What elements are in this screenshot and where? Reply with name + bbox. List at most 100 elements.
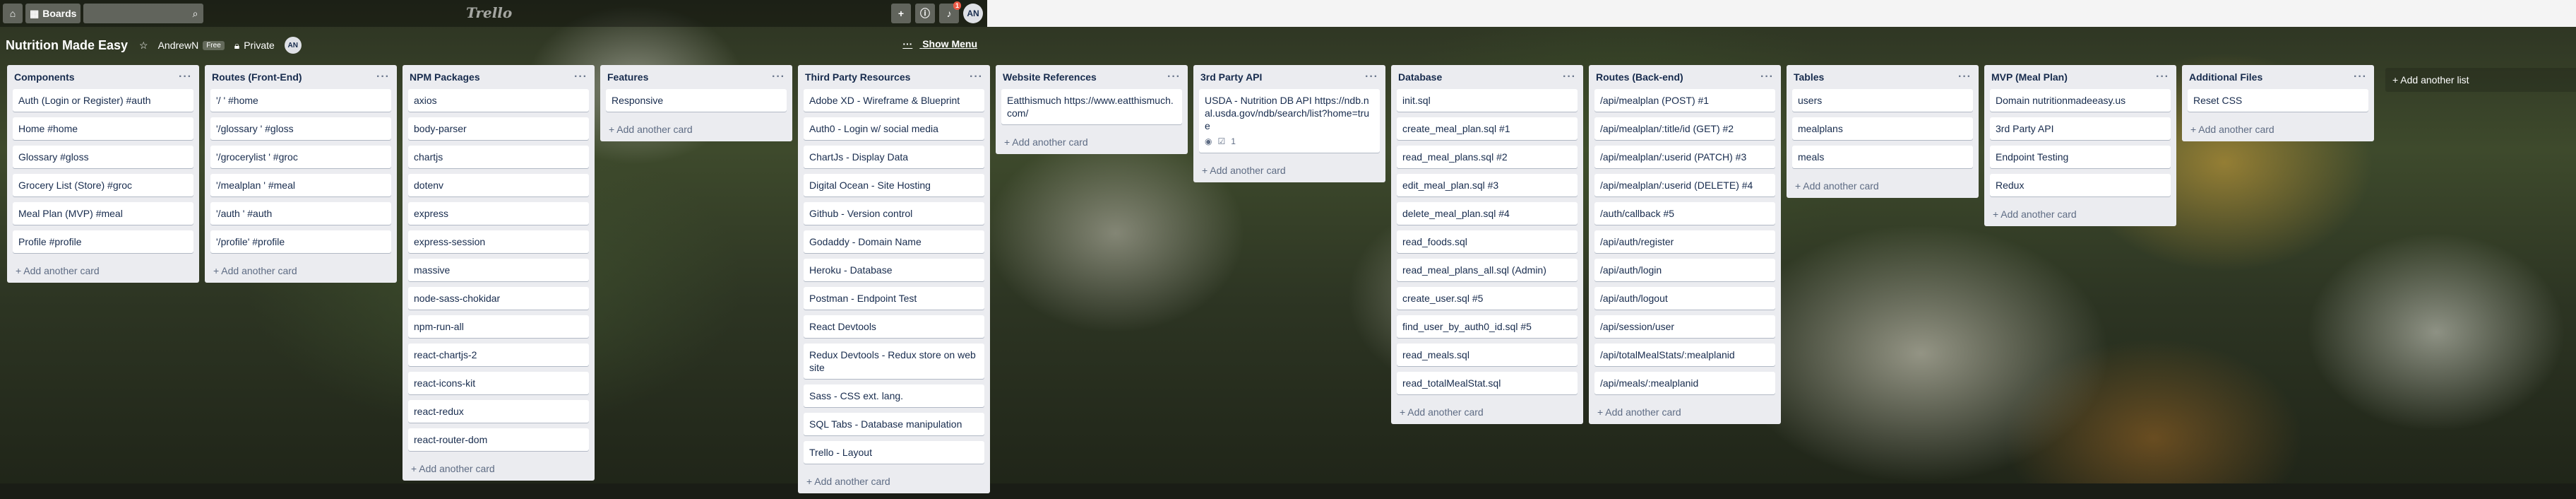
card[interactable]: express <box>408 202 589 225</box>
card[interactable]: '/mealplan ' #meal <box>210 174 391 196</box>
list-menu-icon[interactable]: ··· <box>1167 71 1181 83</box>
card[interactable]: init.sql <box>1397 89 1578 112</box>
board-title[interactable]: Nutrition Made Easy <box>6 38 128 53</box>
list-title[interactable]: Routes (Front-End) <box>212 71 302 83</box>
card[interactable]: /api/auth/register <box>1594 230 1775 253</box>
list-7[interactable]: Database ··· init.sql create_meal_plan.sql … <box>1391 65 1583 424</box>
boards-button[interactable]: ▦ Boards <box>25 4 81 23</box>
card[interactable]: '/glossary ' #gloss <box>210 117 391 140</box>
list-6[interactable]: 3rd Party API ··· USDA - Nutrition DB API … <box>1193 65 1385 182</box>
add-card-button[interactable]: + Add another card <box>804 469 984 493</box>
list-title[interactable]: Tables <box>1794 71 1824 83</box>
card[interactable]: 3rd Party API <box>1990 117 2171 140</box>
card[interactable]: users <box>1792 89 1973 112</box>
card[interactable]: axios <box>408 89 589 112</box>
card[interactable]: Redux Devtools - Redux store on website <box>804 344 984 379</box>
card[interactable]: /api/mealplan (POST) #1 <box>1594 89 1775 112</box>
card[interactable]: Redux <box>1990 174 2171 196</box>
list-menu-icon[interactable]: ··· <box>1760 71 1774 83</box>
add-card-button[interactable]: + Add another card <box>2188 117 2368 141</box>
notifications-button[interactable]: ♪ 1 <box>939 1 961 23</box>
card[interactable]: Godaddy - Domain Name <box>804 230 984 253</box>
list-title[interactable]: Additional Files <box>2189 71 2262 83</box>
list-menu-icon[interactable]: ··· <box>970 71 983 83</box>
list-menu-icon[interactable]: ··· <box>772 71 785 83</box>
card[interactable]: /api/mealplan/:userid (PATCH) #3 <box>1594 146 1775 168</box>
add-card-button[interactable]: + Add another card <box>408 457 589 481</box>
member-avatar[interactable]: AN <box>284 37 302 54</box>
card[interactable]: Github - Version control <box>804 202 984 225</box>
list-2[interactable]: NPM Packages ··· axios body-parser chartjs do… <box>402 65 595 481</box>
card[interactable]: read_meal_plans_all.sql (Admin) <box>1397 259 1578 281</box>
add-card-button[interactable]: + Add another card <box>1199 158 1380 182</box>
list-title[interactable]: 3rd Party API <box>1200 71 1262 83</box>
card[interactable]: Sass - CSS ext. lang. <box>804 384 984 407</box>
list-menu-icon[interactable]: ··· <box>574 71 588 83</box>
card[interactable]: mealplans <box>1792 117 1973 140</box>
add-card-button[interactable]: + Add another card <box>13 259 193 283</box>
list-menu-icon[interactable]: ··· <box>2156 71 2169 83</box>
card[interactable]: SQL Tabs - Database manipulation <box>804 413 984 435</box>
card[interactable]: Responsive <box>606 89 787 112</box>
card[interactable]: create_user.sql #5 <box>1397 287 1578 310</box>
list-menu-icon[interactable]: ··· <box>376 71 390 83</box>
card[interactable]: Digital Ocean - Site Hosting <box>804 174 984 196</box>
card[interactable]: Postman - Endpoint Test <box>804 287 984 310</box>
list-title[interactable]: Website References <box>1003 71 1097 83</box>
card[interactable]: node-sass-chokidar <box>408 287 589 310</box>
card[interactable]: '/auth ' #auth <box>210 202 391 225</box>
visibility-button[interactable]: 🔒︎ Private <box>234 40 275 52</box>
card[interactable]: massive <box>408 259 589 281</box>
card[interactable]: ChartJs - Display Data <box>804 146 984 168</box>
show-menu-button[interactable]: ··· Show Menu <box>902 38 977 49</box>
list-title[interactable]: Third Party Resources <box>805 71 910 83</box>
card[interactable]: /api/mealplan/:userid (DELETE) #4 <box>1594 174 1775 196</box>
card[interactable]: Endpoint Testing <box>1990 146 2171 168</box>
info-button[interactable]: ⓘ <box>915 4 935 23</box>
add-card-button[interactable]: + Add another card <box>210 259 391 283</box>
card[interactable]: Domain nutritionmadeeasy.us <box>1990 89 2171 112</box>
card[interactable]: chartjs <box>408 146 589 168</box>
card[interactable]: Home #home <box>13 117 193 140</box>
add-card-button[interactable]: + Add another card <box>1990 202 2171 226</box>
list-8[interactable]: Routes (Back-end) ··· /api/mealplan (POST)… <box>1589 65 1781 424</box>
card[interactable]: read_foods.sql <box>1397 230 1578 253</box>
card[interactable]: Reset CSS <box>2188 89 2368 112</box>
card[interactable]: /api/auth/login <box>1594 259 1775 281</box>
card[interactable]: React Devtools <box>804 315 984 338</box>
add-card-button[interactable]: + Add another card <box>1594 400 1775 424</box>
card[interactable]: Auth (Login or Register) #auth <box>13 89 193 112</box>
list-11[interactable]: Additional Files ··· Reset CSS + Add anothe… <box>2182 65 2374 141</box>
card[interactable]: react-icons-kit <box>408 372 589 394</box>
list-menu-icon[interactable]: ··· <box>1365 71 1378 83</box>
card[interactable]: read_meals.sql <box>1397 344 1578 366</box>
list-title[interactable]: Database <box>1398 71 1442 83</box>
list-10[interactable]: MVP (Meal Plan) ··· Domain nutritionmadeea… <box>1984 65 2176 226</box>
card[interactable]: npm-run-all <box>408 315 589 338</box>
star-icon[interactable]: ☆ <box>139 40 148 52</box>
card[interactable]: /api/mealplan/:title/id (GET) #2 <box>1594 117 1775 140</box>
list-title[interactable]: MVP (Meal Plan) <box>1991 71 2068 83</box>
card[interactable]: USDA - Nutrition DB API https://ndb.nal.… <box>1199 89 1380 153</box>
list-5[interactable]: Website References ··· Eatthismuch https:/… <box>996 65 1188 154</box>
card[interactable]: Glossary #gloss <box>13 146 193 168</box>
list-title[interactable]: Features <box>607 71 648 83</box>
card[interactable]: /api/totalMealStats/:mealplanid <box>1594 344 1775 366</box>
list-9[interactable]: Tables ··· users mealplans meals + Add anothe… <box>1787 65 1979 198</box>
card[interactable]: read_meal_plans.sql #2 <box>1397 146 1578 168</box>
card[interactable]: Adobe XD - Wireframe & Blueprint <box>804 89 984 112</box>
card[interactable]: /api/meals/:mealplanid <box>1594 372 1775 394</box>
card[interactable]: '/profile' #profile <box>210 230 391 253</box>
card[interactable]: meals <box>1792 146 1973 168</box>
add-list-button[interactable]: + Add another list <box>2385 68 2576 92</box>
list-0[interactable]: Components ··· Auth (Login or Register) #a… <box>7 65 199 283</box>
card[interactable]: read_totalMealStat.sql <box>1397 372 1578 394</box>
search-input[interactable]: ⌕ <box>83 4 204 23</box>
add-card-button[interactable]: + Add another card <box>1792 174 1973 198</box>
card[interactable]: Profile #profile <box>13 230 193 253</box>
card[interactable]: edit_meal_plan.sql #3 <box>1397 174 1578 196</box>
create-button[interactable]: + <box>891 4 911 23</box>
list-menu-icon[interactable]: ··· <box>1958 71 1972 83</box>
card[interactable]: '/grocerylist ' #groc <box>210 146 391 168</box>
list-menu-icon[interactable]: ··· <box>2354 71 2367 83</box>
